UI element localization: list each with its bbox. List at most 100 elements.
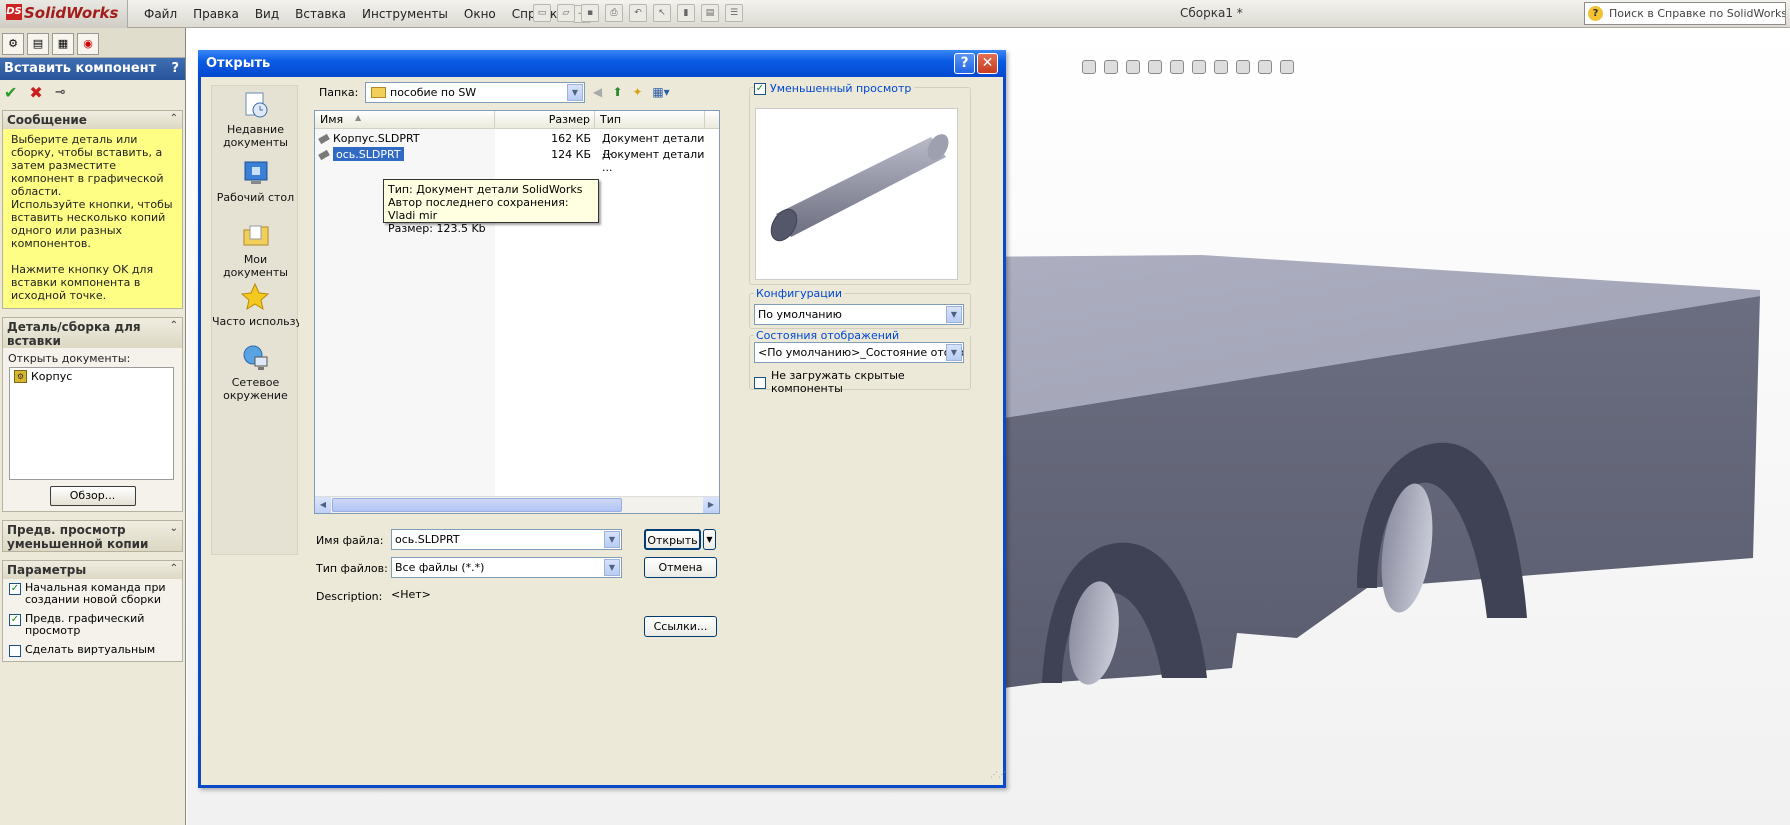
message-group-header[interactable]: Сообщение ⌃: [3, 111, 182, 129]
dropdown-arrow-icon[interactable]: ▼: [567, 84, 583, 101]
zoom-to-fit-icon[interactable]: [1082, 60, 1096, 74]
thumbnail-toggle[interactable]: ✓ Уменьшенный просмотр: [754, 82, 915, 95]
dropdown-arrow-icon[interactable]: ▼: [604, 531, 620, 548]
options-icon[interactable]: ☰: [725, 4, 743, 22]
file-row-selected[interactable]: ось.SLDPRT 124 КБ Документ детали ...: [315, 147, 719, 174]
place-my-documents[interactable]: Мои документы: [212, 220, 299, 279]
config-label: Конфигурации: [754, 287, 845, 300]
file-type: Документ детали ...: [602, 132, 705, 158]
dropdown-arrow-icon[interactable]: ▼: [946, 306, 962, 323]
filename-input[interactable]: ось.SLDPRT ▼: [391, 529, 622, 550]
feature-manager-tab-icon[interactable]: ⚙: [2, 33, 24, 55]
open-button[interactable]: Открыть: [644, 529, 701, 550]
menu-window[interactable]: Окно: [456, 7, 504, 21]
previous-view-icon[interactable]: [1126, 60, 1140, 74]
undo-icon[interactable]: ↶: [629, 4, 647, 22]
up-folder-icon[interactable]: ⬆: [609, 84, 626, 101]
file-type: Документ детали ...: [602, 148, 705, 174]
scroll-right-icon[interactable]: ▶: [703, 497, 719, 513]
folder-value: пособие по SW: [390, 86, 477, 99]
cancel-button[interactable]: Отмена: [644, 557, 717, 578]
checkbox-unchecked[interactable]: [754, 376, 766, 389]
column-name[interactable]: Имя ▲: [315, 111, 495, 128]
option-initial-command[interactable]: ✓ Начальная команда при создании новой сб…: [3, 579, 182, 610]
place-recent[interactable]: Недавние документы: [212, 90, 299, 149]
place-desktop[interactable]: Рабочий стол: [212, 158, 299, 204]
option-make-virtual[interactable]: Сделать виртуальным: [3, 641, 182, 661]
display-manager-tab-icon[interactable]: ◉: [77, 33, 99, 55]
sort-ascending-icon: ▲: [355, 113, 362, 122]
open-docs-list[interactable]: ⚙ Корпус: [9, 367, 174, 480]
view-orientation-icon[interactable]: [1170, 60, 1184, 74]
back-icon[interactable]: ◀: [589, 84, 606, 101]
menu-edit[interactable]: Правка: [185, 7, 247, 21]
thumbnail-checkbox[interactable]: ✓: [754, 83, 766, 95]
apply-scene-icon[interactable]: [1258, 60, 1272, 74]
cancel-x-icon[interactable]: ✖: [29, 83, 42, 106]
menu-tools[interactable]: Инструменты: [354, 7, 456, 21]
config-select[interactable]: По умолчанию ▼: [754, 304, 964, 325]
part-group-header[interactable]: Деталь/сборка для вставки ⌃: [3, 318, 182, 348]
open-options-arrow-icon[interactable]: ▼: [703, 529, 716, 550]
dialog-titlebar[interactable]: Открыть ? ✕: [198, 50, 1006, 77]
zoom-area-icon[interactable]: [1104, 60, 1118, 74]
file-row[interactable]: Корпус.SLDPRT 162 КБ Документ детали ...: [315, 131, 719, 158]
standard-toolbar: ▭ ▱ ▪ ⎙ ↶ ↖ ▮ ▤ ☰: [533, 4, 743, 22]
new-document-icon[interactable]: ▭: [533, 4, 551, 22]
preview-group-header[interactable]: Предв. просмотр уменьшенной копии ⌄: [3, 521, 182, 551]
file-list[interactable]: Имя ▲ Размер Тип Корпус.SLDPRT 162 КБ Док…: [314, 110, 720, 514]
resize-grip-icon[interactable]: ⋰⋰: [990, 771, 1006, 784]
dropdown-arrow-icon[interactable]: ▼: [946, 344, 962, 361]
edit-appearance-icon[interactable]: [1236, 60, 1250, 74]
section-view-icon[interactable]: [1148, 60, 1162, 74]
params-group-header[interactable]: Параметры ⌃: [3, 561, 182, 579]
browse-button[interactable]: Обзор...: [49, 486, 136, 506]
folder-icon: [371, 87, 386, 98]
file-size: 162 КБ: [551, 132, 591, 145]
column-type[interactable]: Тип: [595, 111, 705, 128]
favorites-star-icon: [240, 282, 270, 311]
file-properties-icon[interactable]: ▤: [701, 4, 719, 22]
option-graphic-preview[interactable]: ✓ Предв. графический просмотр: [3, 610, 182, 641]
view-menu-icon[interactable]: ▦▾: [649, 84, 673, 101]
print-icon[interactable]: ⎙: [605, 4, 623, 22]
hidden-components-option[interactable]: Не загружать скрытые компоненты: [754, 369, 970, 395]
new-folder-icon[interactable]: ✦: [629, 84, 646, 101]
configuration-manager-tab-icon[interactable]: ▦: [52, 33, 74, 55]
save-icon[interactable]: ▪: [581, 4, 599, 22]
place-network[interactable]: Сетевое окружение: [212, 343, 299, 402]
close-button[interactable]: ✕: [977, 53, 998, 74]
menu-file[interactable]: Файл: [136, 7, 185, 21]
part-file-icon: [318, 149, 330, 161]
message-group: Сообщение ⌃ Выберите деталь или сборку, ч…: [2, 110, 183, 309]
column-size[interactable]: Размер: [495, 111, 595, 128]
horizontal-scrollbar[interactable]: ◀ ▶: [315, 496, 719, 513]
list-item[interactable]: ⚙ Корпус: [14, 370, 169, 383]
pushpin-icon[interactable]: ⊸: [55, 83, 66, 106]
references-button[interactable]: Ссылки...: [644, 616, 717, 637]
menu-view[interactable]: Вид: [247, 7, 287, 21]
view-settings-icon[interactable]: [1280, 60, 1294, 74]
scroll-left-icon[interactable]: ◀: [315, 497, 331, 513]
dropdown-arrow-icon[interactable]: ▼: [604, 559, 620, 576]
property-manager-tab-icon[interactable]: ▤: [27, 33, 49, 55]
help-search-input[interactable]: ? Поиск в Справке по SolidWorks: [1584, 2, 1786, 25]
panel-help-button[interactable]: ?: [171, 61, 179, 76]
display-style-icon[interactable]: [1192, 60, 1206, 74]
checkbox-checked[interactable]: ✓: [9, 614, 21, 626]
menu-insert[interactable]: Вставка: [287, 7, 354, 21]
help-button[interactable]: ?: [954, 53, 975, 74]
hide-show-icon[interactable]: [1214, 60, 1228, 74]
checkbox-unchecked[interactable]: [9, 645, 21, 657]
display-state-value: <По умолчанию>_Состояние отображения-1: [758, 346, 963, 359]
filetype-select[interactable]: Все файлы (*.*) ▼: [391, 557, 622, 578]
scrollbar-thumb[interactable]: [332, 498, 622, 512]
ok-check-icon[interactable]: ✔: [4, 83, 17, 106]
open-document-icon[interactable]: ▱: [557, 4, 575, 22]
place-favorites[interactable]: Часто используемые: [212, 282, 299, 328]
select-icon[interactable]: ↖: [653, 4, 671, 22]
rebuild-icon[interactable]: ▮: [677, 4, 695, 22]
checkbox-checked[interactable]: ✓: [9, 583, 21, 595]
folder-combobox[interactable]: пособие по SW ▼: [365, 82, 585, 103]
display-state-select[interactable]: <По умолчанию>_Состояние отображения-1▼: [754, 342, 964, 363]
